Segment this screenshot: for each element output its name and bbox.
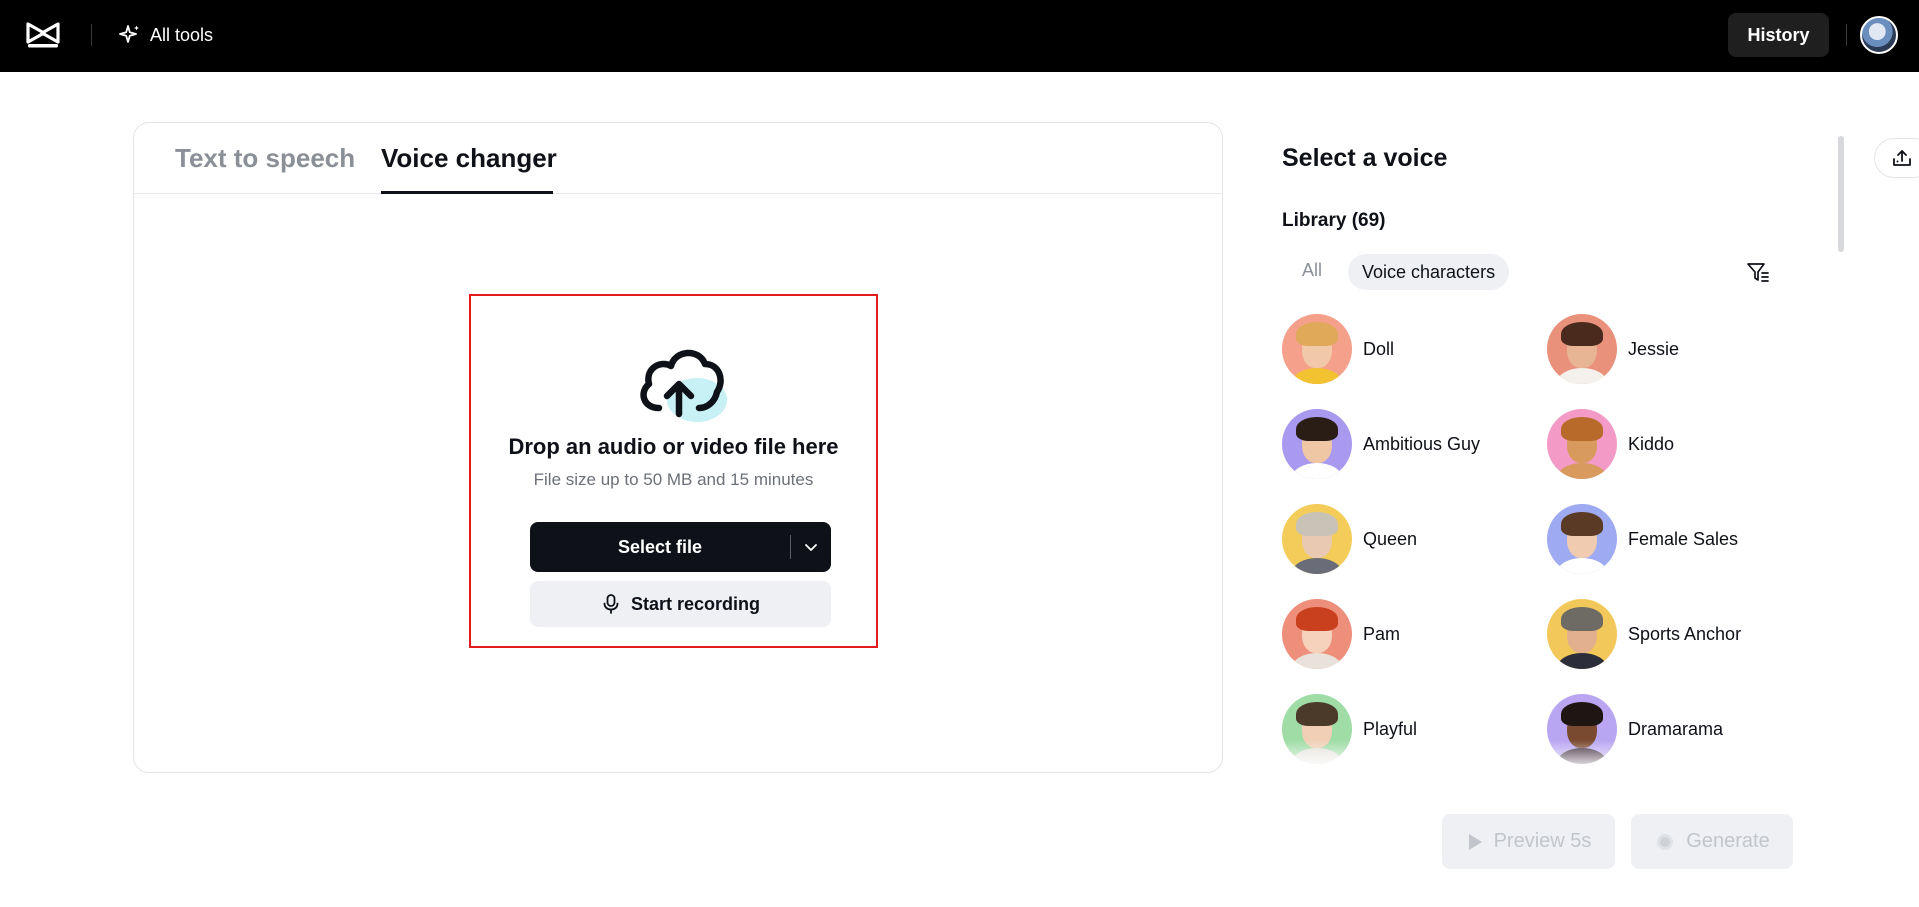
voice-list-scrollbar[interactable] — [1838, 136, 1844, 252]
select-file-label: Select file — [617, 536, 703, 557]
file-dropzone[interactable]: Drop an audio or video file here File si… — [469, 294, 878, 648]
voice-changer-panel: Text to speech Voice changer Drop an aud… — [133, 122, 1223, 773]
select-file-dropdown[interactable] — [791, 539, 831, 555]
tab-text-to-speech[interactable]: Text to speech — [175, 143, 355, 174]
voice-option[interactable]: Sports Anchor — [1547, 599, 1741, 669]
top-bar: All tools History — [0, 0, 1919, 72]
voice-option[interactable]: Pam — [1282, 599, 1400, 669]
select-file-button[interactable]: Select file — [530, 522, 831, 572]
voice-avatar — [1282, 599, 1352, 669]
voice-name: Pam — [1363, 623, 1401, 644]
user-avatar[interactable] — [1860, 16, 1898, 54]
voice-name: Playful — [1363, 718, 1418, 739]
generate-label: Generate — [1686, 830, 1770, 852]
voice-name: Jessie — [1628, 338, 1680, 359]
select-voice-title: Select a voice — [1282, 144, 1448, 172]
voice-name: Doll — [1363, 338, 1395, 359]
microphone-icon — [603, 594, 619, 614]
voice-option[interactable]: Jessie — [1547, 314, 1679, 384]
sparkle-icon — [119, 25, 139, 43]
loading-icon — [1657, 833, 1674, 850]
voice-name: Female Sales — [1628, 528, 1739, 549]
topbar-divider — [91, 24, 92, 46]
voice-name: Kiddo — [1628, 433, 1675, 454]
tab-bar: Text to speech Voice changer — [134, 123, 1222, 194]
upload-voice-button[interactable] — [1874, 138, 1919, 178]
upload-icon — [1893, 150, 1911, 166]
list-fade — [1270, 740, 1850, 770]
filter-icon[interactable] — [1745, 259, 1771, 285]
dropzone-title: Drop an audio or video file here — [508, 434, 839, 459]
voice-option[interactable]: Queen — [1282, 504, 1417, 574]
play-icon — [1468, 833, 1482, 850]
topbar-divider-right — [1846, 24, 1847, 46]
filter-all[interactable]: All — [1302, 260, 1322, 281]
dropzone-subtitle: File size up to 50 MB and 15 minutes — [533, 470, 814, 489]
all-tools-button[interactable]: All tools — [118, 22, 213, 48]
active-tab-indicator — [381, 191, 553, 194]
chevron-down-icon — [805, 544, 817, 551]
preview-button[interactable]: Preview 5s — [1442, 814, 1615, 869]
voice-avatar — [1547, 314, 1617, 384]
voice-avatar — [1282, 504, 1352, 574]
start-recording-button[interactable]: Start recording — [530, 581, 831, 627]
voice-name: Sports Anchor — [1628, 623, 1742, 644]
voice-option[interactable]: Female Sales — [1547, 504, 1738, 574]
history-button[interactable]: History — [1728, 13, 1829, 57]
voice-option[interactable]: Ambitious Guy — [1282, 409, 1480, 479]
voice-option[interactable]: Kiddo — [1547, 409, 1674, 479]
voice-name: Ambitious Guy — [1363, 433, 1481, 454]
voice-name: Queen — [1363, 528, 1418, 549]
voice-avatar — [1547, 599, 1617, 669]
voice-avatar — [1282, 409, 1352, 479]
voice-avatar — [1547, 504, 1617, 574]
capcut-logo-icon[interactable] — [26, 20, 60, 50]
voice-avatar — [1547, 409, 1617, 479]
library-count: Library (69) — [1282, 210, 1386, 231]
voice-option[interactable]: Doll — [1282, 314, 1394, 384]
all-tools-label: All tools — [150, 24, 214, 45]
preview-label: Preview 5s — [1493, 830, 1592, 852]
filter-voice-characters[interactable]: Voice characters — [1348, 254, 1510, 290]
tab-voice-changer[interactable]: Voice changer — [381, 143, 557, 174]
voice-name: Dramarama — [1628, 718, 1724, 739]
start-recording-label: Start recording — [630, 593, 761, 614]
cloud-upload-icon — [640, 349, 727, 422]
voice-avatar — [1282, 314, 1352, 384]
generate-button[interactable]: Generate — [1631, 814, 1793, 869]
